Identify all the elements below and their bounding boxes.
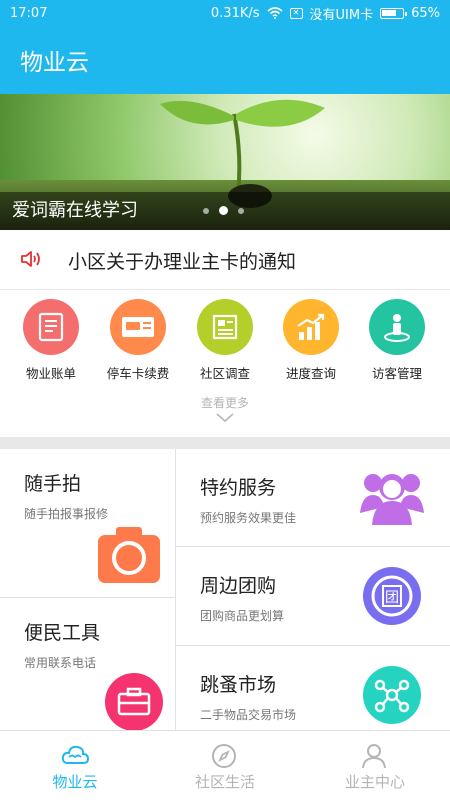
service-label: 社区调查 xyxy=(199,366,250,381)
sim-card-icon: ✕ xyxy=(289,7,303,19)
banner-caption: 爱词霸在线学习 xyxy=(12,200,138,221)
service-visitors[interactable]: 访客管理 xyxy=(352,299,442,382)
cloud-icon xyxy=(61,745,89,764)
card-subtitle: 预约服务效果更佳 xyxy=(200,511,297,525)
service-label: 物业账单 xyxy=(25,366,76,381)
tab-label: 社区生活 xyxy=(194,773,255,791)
camera-icon xyxy=(98,527,160,583)
card-tools[interactable]: 便民工具 常用联系电话 xyxy=(0,598,175,730)
card-subtitle: 二手物品交易市场 xyxy=(200,708,297,722)
card-flea-market[interactable]: 跳蚤市场 二手物品交易市场 xyxy=(176,646,450,730)
service-parking[interactable]: 停车卡续费 xyxy=(93,299,183,382)
service-survey[interactable]: 社区调查 xyxy=(180,299,270,382)
card-group-buy[interactable]: 周边团购 团购商品更划算 团 xyxy=(176,547,450,645)
card-subtitle: 常用联系电话 xyxy=(24,656,97,670)
show-more-link[interactable]: 查看更多 xyxy=(0,394,450,411)
toolbox-icon xyxy=(105,673,163,730)
network-speed: 0.31K/s xyxy=(210,5,260,21)
sim-status: 没有UIM卡 xyxy=(309,7,374,23)
service-label: 停车卡续费 xyxy=(106,366,170,381)
svg-text:团: 团 xyxy=(385,590,399,606)
page-title: 物业云 xyxy=(20,50,89,76)
notice-text: 小区关于办理业主卡的通知 xyxy=(68,251,297,273)
status-time: 17:07 xyxy=(10,5,48,21)
service-bills[interactable]: 物业账单 xyxy=(6,299,96,382)
card-title: 特约服务 xyxy=(200,477,277,499)
bill-icon xyxy=(23,299,79,355)
bottom-tab-bar: 物业云 社区生活 业主中心 xyxy=(0,730,450,800)
banner-carousel[interactable]: 爱词霸在线学习 xyxy=(0,94,450,230)
visitor-icon xyxy=(369,299,425,355)
tab-owner-center[interactable]: 业主中心 xyxy=(300,731,450,800)
people-icon xyxy=(360,474,424,525)
carousel-dot-active[interactable] xyxy=(219,206,228,215)
service-grid: 物业账单 停车卡续费 社区调查 进度查询 访客管理 查看更多 xyxy=(0,291,450,437)
card-special-service[interactable]: 特约服务 预约服务效果更佳 xyxy=(176,449,450,546)
carousel-dot[interactable] xyxy=(238,207,244,214)
tab-label: 业主中心 xyxy=(344,773,405,791)
tab-community-life[interactable]: 社区生活 xyxy=(150,731,300,800)
card-title: 随手拍 xyxy=(24,473,82,495)
carousel-indicator xyxy=(203,206,244,215)
compass-icon xyxy=(212,744,236,768)
parking-card-icon xyxy=(110,299,166,355)
service-progress[interactable]: 进度查询 xyxy=(266,299,356,382)
battery-icon xyxy=(380,7,408,19)
card-title: 跳蚤市场 xyxy=(200,674,277,696)
chevron-down-icon[interactable] xyxy=(216,413,234,423)
status-bar: 17:07 0.31K/s ✕ 没有UIM卡 65% xyxy=(0,0,450,26)
card-subtitle: 随手拍报事报修 xyxy=(24,507,109,521)
battery-level: 65% xyxy=(411,5,440,21)
section-divider xyxy=(0,437,450,449)
tab-label: 物业云 xyxy=(52,773,98,791)
app-bar: 物业云 xyxy=(0,26,450,94)
card-subtitle: 团购商品更划算 xyxy=(200,609,285,623)
speaker-icon xyxy=(21,251,40,267)
card-title: 便民工具 xyxy=(24,622,101,644)
wifi-icon xyxy=(266,7,283,19)
user-icon xyxy=(362,744,386,769)
survey-icon xyxy=(197,299,253,355)
service-label: 访客管理 xyxy=(371,366,422,381)
card-title: 周边团购 xyxy=(200,575,277,597)
carousel-dot[interactable] xyxy=(203,207,209,214)
progress-chart-icon xyxy=(283,299,339,355)
notice-bar[interactable]: 小区关于办理业主卡的通知 xyxy=(0,230,450,290)
card-photo-report[interactable]: 随手拍 随手拍报事报修 xyxy=(0,449,175,597)
network-icon xyxy=(363,666,421,724)
group-buy-icon: 团 xyxy=(363,567,421,625)
tab-property-cloud[interactable]: 物业云 xyxy=(0,731,150,800)
service-label: 进度查询 xyxy=(285,366,336,381)
